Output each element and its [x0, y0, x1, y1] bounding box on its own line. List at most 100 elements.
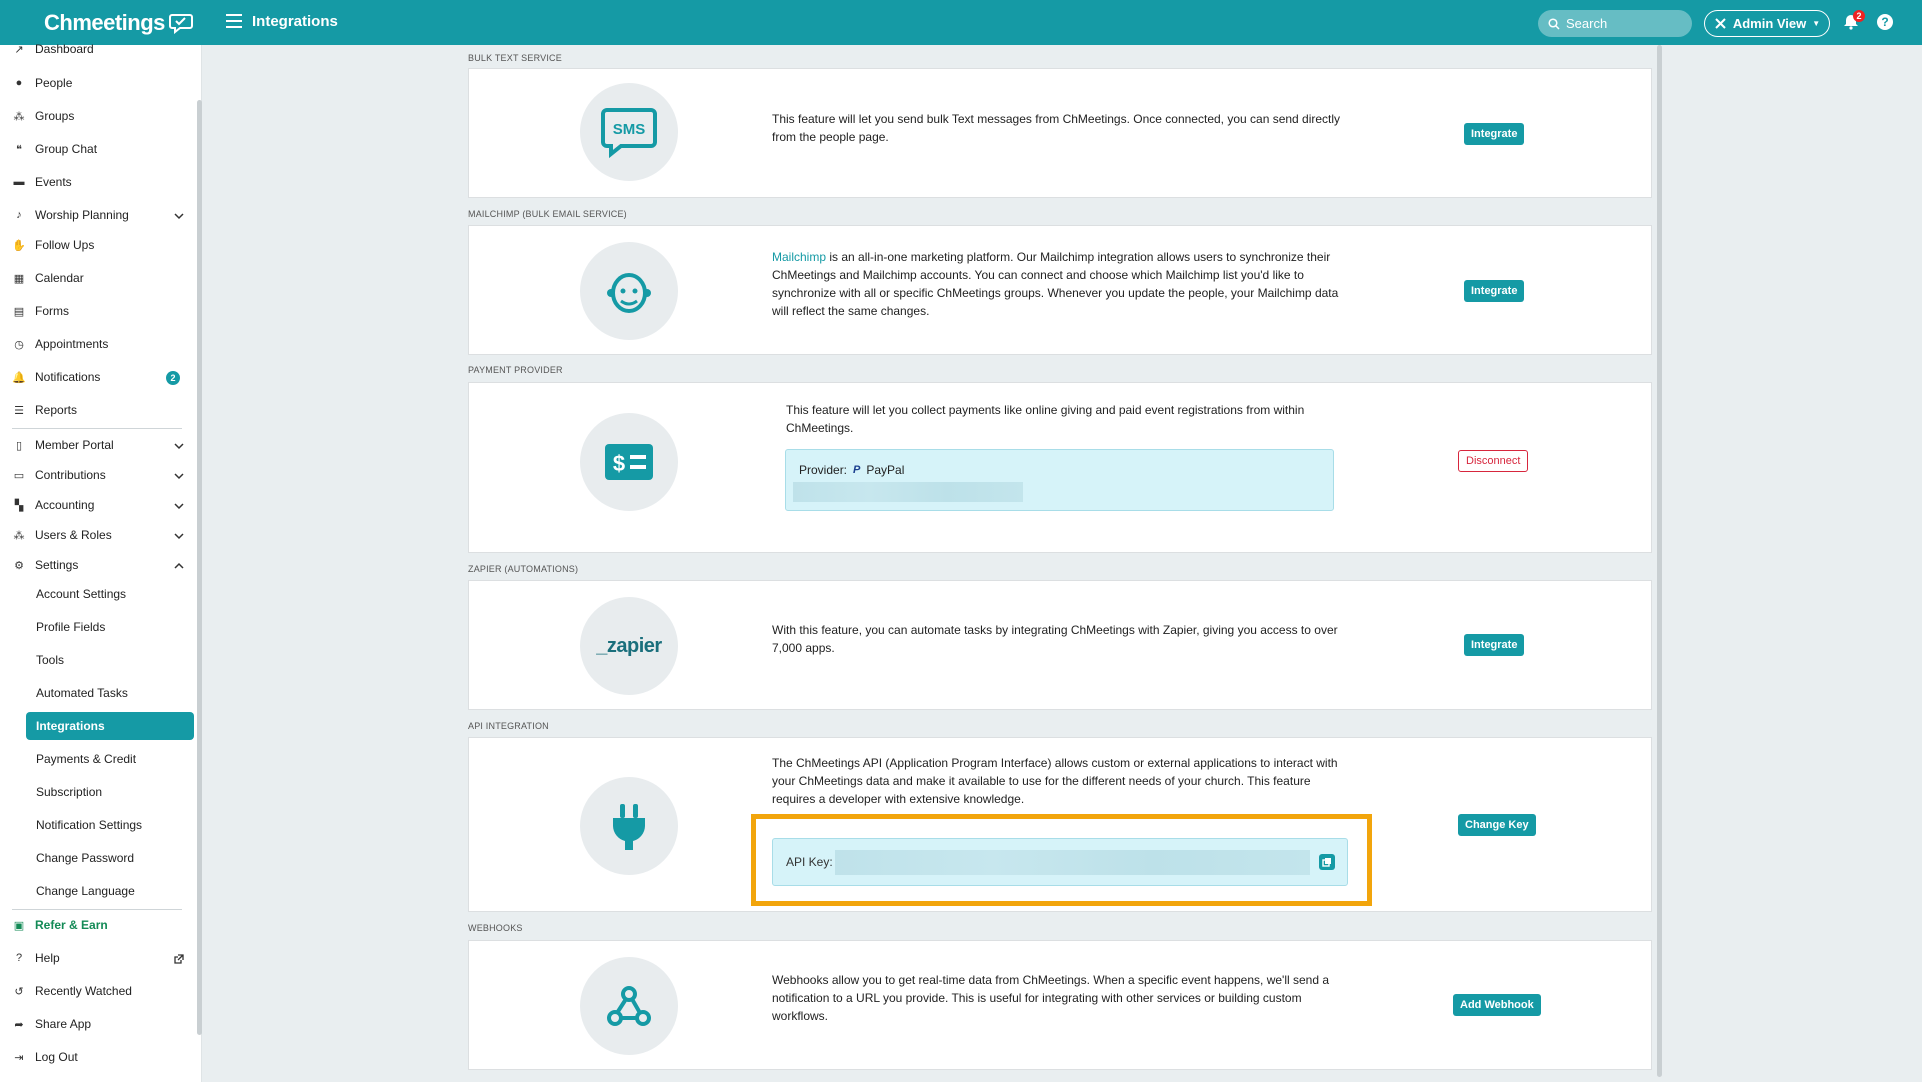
svg-text:SMS: SMS — [613, 121, 646, 138]
sidebar-item-member-portal[interactable]: ▯ Member Portal — [12, 431, 192, 459]
section-label-api: API INTEGRATION — [468, 721, 549, 731]
brand-name: Chmeetings — [44, 10, 165, 35]
sidebar-item-calendar[interactable]: ▦ Calendar — [12, 264, 192, 292]
tools-icon — [1715, 18, 1726, 29]
events-icon: ▬ — [13, 176, 25, 188]
sidebar-item-people[interactable]: ● People — [12, 69, 192, 97]
sidebar-item-dashboard[interactable]: ↗ Dashboard — [12, 35, 192, 63]
section-label-payment: PAYMENT PROVIDER — [468, 365, 563, 375]
chevron-up-icon[interactable] — [174, 560, 184, 570]
settings-sub-payments-credit[interactable]: Payments & Credit — [26, 745, 194, 773]
chevron-down-icon[interactable] — [174, 210, 184, 220]
sidebar-item-events[interactable]: ▬ Events — [12, 168, 192, 196]
payment-description: This feature will let you collect paymen… — [786, 403, 1305, 435]
mailchimp-link[interactable]: Mailchimp — [772, 250, 826, 264]
sidebar-item-label: Follow Ups — [35, 238, 95, 252]
sidebar-item-label: Users & Roles — [35, 528, 112, 542]
sidebar-scrollbar[interactable] — [197, 100, 202, 1035]
person-icon: ● — [15, 77, 23, 89]
sms-integrate-button[interactable]: Integrate — [1464, 123, 1525, 145]
gear-icon: ⚙ — [14, 559, 24, 572]
webhooks-icon-circle — [580, 957, 678, 1055]
admin-view-dropdown[interactable]: Admin View ▼ — [1704, 10, 1830, 37]
search-input[interactable]: Search — [1538, 10, 1692, 37]
chevron-down-icon[interactable] — [174, 530, 184, 540]
settings-sub-account-settings[interactable]: Account Settings — [26, 580, 194, 608]
sidebar-item-accounting[interactable]: ▚ Accounting — [12, 491, 192, 519]
mailchimp-integrate-button[interactable]: Integrate — [1464, 280, 1525, 302]
menu-toggle-icon[interactable] — [226, 14, 242, 28]
mailchimp-desc-text: is an all-in-one marketing platform. Our… — [772, 250, 1339, 318]
webhooks-card: Webhooks allow you to get real-time data… — [468, 940, 1652, 1070]
sidebar-item-label: Log Out — [35, 1050, 78, 1064]
sidebar-item-forms[interactable]: ▤ Forms — [12, 297, 192, 325]
share-icon: ➦ — [14, 1018, 24, 1031]
zapier-logo-icon: _zapier — [596, 634, 662, 657]
chevron-down-icon[interactable] — [174, 470, 184, 480]
sidebar-item-label: People — [35, 76, 73, 90]
sidebar-item-help[interactable]: ? Help — [12, 944, 192, 972]
calendar-icon: ▦ — [13, 272, 25, 285]
sidebar-item-share-app[interactable]: ➦ Share App — [12, 1010, 192, 1038]
sidebar-item-users-roles[interactable]: ⁂ Users & Roles — [12, 521, 192, 549]
zapier-icon-circle: _zapier — [580, 597, 678, 695]
settings-sub-notification-settings[interactable]: Notification Settings — [26, 811, 194, 839]
mailchimp-description: Mailchimp is an all-in-one marketing pla… — [772, 248, 1342, 320]
brand-logo[interactable]: Chmeetings — [44, 10, 193, 36]
plug-icon — [613, 804, 645, 850]
sidebar-item-refer-earn[interactable]: ▣ Refer & Earn — [12, 911, 192, 939]
money-bill-icon: $ — [605, 444, 653, 480]
change-key-button[interactable]: Change Key — [1458, 814, 1536, 836]
sidebar-item-label: Forms — [35, 304, 69, 318]
sidebar-item-label: Share App — [35, 1017, 92, 1031]
help-icon[interactable]: ? — [1877, 14, 1893, 30]
sidebar-item-label: Recently Watched — [35, 984, 132, 998]
settings-sub-change-password[interactable]: Change Password — [26, 844, 194, 872]
sidebar-item-appointments[interactable]: ◷ Appointments — [12, 330, 192, 358]
sidebar-item-reports[interactable]: ☰ Reports — [12, 396, 192, 424]
api-key-highlight-frame — [751, 814, 1372, 906]
sidebar-item-label: Dashboard — [35, 42, 94, 56]
chart-icon: ↗ — [14, 43, 24, 56]
page-title: Integrations — [252, 13, 338, 30]
bell-icon: 🔔 — [12, 371, 26, 384]
sidebar-item-follow-ups[interactable]: ✋ Follow Ups — [12, 231, 192, 259]
sidebar-item-worship-planning[interactable]: ♪ Worship Planning — [12, 201, 192, 229]
settings-sub-integrations[interactable]: Integrations — [26, 712, 194, 740]
provider-label: Provider: — [799, 463, 848, 477]
settings-sub-tools[interactable]: Tools — [26, 646, 194, 674]
chevron-down-icon[interactable] — [174, 440, 184, 450]
clock-icon: ◷ — [14, 338, 24, 351]
main-scrollbar[interactable] — [1657, 45, 1662, 1077]
sidebar-item-settings[interactable]: ⚙ Settings — [12, 551, 192, 579]
handshake-icon: ✋ — [12, 239, 26, 252]
money-icon: ▭ — [13, 469, 25, 482]
sms-description: This feature will let you send bulk Text… — [772, 112, 1341, 144]
sidebar-item-label: Refer & Earn — [35, 918, 108, 932]
zapier-integrate-button[interactable]: Integrate — [1464, 634, 1525, 656]
sidebar-item-recently-watched[interactable]: ↺ Recently Watched — [12, 977, 192, 1005]
notifications-count-badge: 2 — [166, 371, 180, 385]
groups-icon: ⁂ — [13, 110, 25, 123]
settings-sub-change-language[interactable]: Change Language — [26, 877, 194, 905]
top-bar: Chmeetings Integrations Search Admin Vie… — [0, 0, 1922, 45]
disconnect-button[interactable]: Disconnect — [1458, 450, 1529, 472]
chevron-down-icon[interactable] — [174, 500, 184, 510]
sidebar-item-group-chat[interactable]: ❝ Group Chat — [12, 135, 192, 163]
sms-icon-circle: SMS — [580, 83, 678, 181]
settings-sub-automated-tasks[interactable]: Automated Tasks — [26, 679, 194, 707]
mobile-icon: ▯ — [15, 439, 23, 452]
sidebar-item-label: Groups — [35, 109, 75, 123]
add-webhook-button[interactable]: Add Webhook — [1453, 994, 1541, 1016]
provider-row: Provider: P PayPal — [799, 463, 904, 477]
settings-sub-subscription[interactable]: Subscription — [26, 778, 194, 806]
accounting-icon: ▚ — [14, 499, 24, 512]
sidebar-item-groups[interactable]: ⁂ Groups — [12, 102, 192, 130]
sidebar-item-log-out[interactable]: ⇥ Log Out — [12, 1043, 192, 1071]
search-placeholder: Search — [1566, 16, 1608, 31]
settings-sub-profile-fields[interactable]: Profile Fields — [26, 613, 194, 641]
mailchimp-icon-circle — [580, 242, 678, 340]
sidebar-item-notifications[interactable]: 🔔 Notifications 2 — [12, 363, 192, 391]
section-label-webhooks: WEBHOOKS — [468, 923, 523, 933]
sidebar-item-contributions[interactable]: ▭ Contributions — [12, 461, 192, 489]
